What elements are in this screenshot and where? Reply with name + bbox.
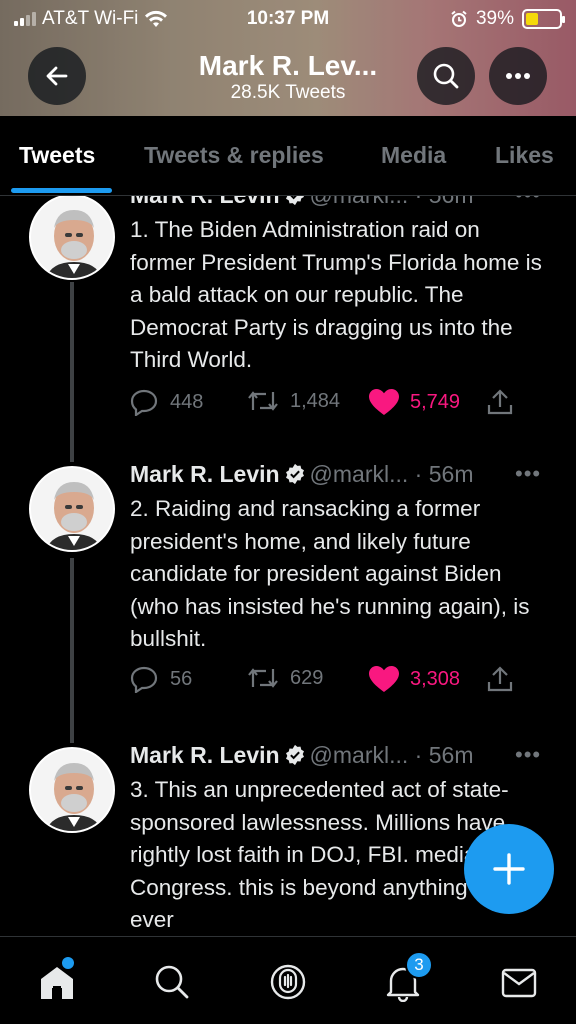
share-button[interactable]: [486, 388, 514, 416]
verified-badge-icon: [285, 463, 304, 485]
tweet-meta: Mark R. Levin@markl... · 56m: [130, 461, 474, 487]
profile-header: AT&T Wi-Fi 10:37 PM 39% Mark R. Lev... 2…: [0, 0, 576, 116]
reply-count: 56: [170, 667, 193, 690]
active-tab-indicator: [11, 188, 112, 193]
tweet-meta: Mark R. Levin@markl... · 56m: [130, 196, 474, 209]
thread-line: [70, 558, 74, 743]
home-notification-dot: [62, 957, 74, 969]
author-handle: @markl...: [309, 461, 409, 487]
like-button[interactable]: 3,308: [368, 665, 460, 693]
tweet-more-icon[interactable]: •••: [515, 461, 541, 487]
like-count: 5,749: [410, 390, 461, 413]
tweet-actions: 448 1,484 5,749: [130, 388, 530, 420]
reply-button[interactable]: 56: [130, 665, 192, 693]
tweet-time: 56m: [429, 196, 474, 208]
reply-count: 448: [170, 390, 204, 413]
author-handle: @markl...: [309, 742, 409, 768]
profile-tabs: Tweets Tweets & replies Media Likes: [0, 116, 576, 196]
tweet-feed[interactable]: Mark R. Levin@markl... · 56m ••• 1. The …: [0, 196, 576, 936]
retweet-button[interactable]: 629: [246, 665, 323, 691]
tab-tweets[interactable]: Tweets: [19, 142, 95, 169]
retweet-icon: [248, 668, 278, 688]
author-name[interactable]: Mark R. Levin: [130, 196, 280, 208]
retweet-count: 1,484: [290, 389, 341, 412]
more-horizontal-icon: [506, 73, 530, 79]
reply-icon: [130, 666, 158, 693]
tweet-text: 2. Raiding and ransacking a former presi…: [130, 496, 530, 651]
status-bar: AT&T Wi-Fi 10:37 PM 39%: [0, 6, 576, 32]
retweet-button[interactable]: 1,484: [246, 388, 340, 414]
search-icon: [155, 965, 189, 999]
like-count: 3,308: [410, 667, 461, 690]
reply-icon: [130, 389, 158, 416]
tweet-actions: 56 629 3,308: [130, 665, 530, 697]
tab-tweets-replies[interactable]: Tweets & replies: [144, 142, 324, 169]
tweet-more-icon[interactable]: •••: [515, 196, 541, 208]
tweet-item[interactable]: Mark R. Levin@markl... · 56m ••• 1. The …: [0, 196, 576, 466]
notifications-badge: 3: [405, 951, 433, 979]
retweet-count: 629: [290, 666, 324, 689]
profile-photo: [31, 468, 113, 550]
tweet-meta: Mark R. Levin@markl... · 56m: [130, 742, 474, 768]
search-button[interactable]: [417, 47, 475, 105]
nav-home[interactable]: [34, 957, 80, 1005]
tweet-text: 1. The Biden Administration raid on form…: [130, 217, 542, 372]
avatar[interactable]: [29, 466, 115, 552]
thread-line: [70, 282, 74, 462]
avatar[interactable]: [29, 196, 115, 280]
tweet-item[interactable]: Mark R. Levin @markl... · 56m ••• 2. Raid…: [0, 461, 576, 747]
bottom-nav: 3: [0, 936, 576, 1024]
reply-button[interactable]: 448: [130, 388, 203, 416]
tweet-time: 56m: [428, 742, 474, 768]
author-handle: @markl...: [310, 196, 409, 208]
author-name[interactable]: Mark R. Levin: [130, 461, 280, 487]
share-icon: [487, 666, 513, 692]
nav-messages[interactable]: [496, 959, 542, 1005]
nav-notifications[interactable]: 3: [380, 951, 433, 1005]
nav-search[interactable]: [149, 959, 195, 1005]
author-name[interactable]: Mark R. Levin: [130, 742, 280, 768]
alarm-icon: [451, 10, 467, 27]
like-button[interactable]: 5,749: [368, 388, 460, 416]
spaces-icon: [270, 964, 306, 1000]
battery-icon: [522, 9, 565, 29]
nav-spaces[interactable]: [265, 959, 311, 1005]
verified-badge-icon: [285, 744, 304, 766]
tab-likes[interactable]: Likes: [495, 142, 554, 169]
avatar[interactable]: [29, 747, 115, 833]
more-button[interactable]: [489, 47, 547, 105]
verified-badge-icon: [285, 196, 304, 206]
plus-icon: [493, 853, 525, 885]
profile-photo: [31, 749, 113, 831]
share-button[interactable]: [486, 665, 514, 693]
battery-percent: 39%: [475, 8, 514, 29]
right-status: 39%: [450, 8, 565, 30]
share-icon: [487, 389, 513, 415]
compose-tweet-button[interactable]: [464, 824, 554, 914]
heart-filled-icon: [369, 389, 399, 415]
tab-media[interactable]: Media: [381, 142, 446, 169]
mail-icon: [501, 968, 537, 998]
search-icon: [433, 63, 459, 89]
heart-filled-icon: [369, 666, 399, 692]
tweet-time: 56m: [428, 461, 474, 487]
tweet-more-icon[interactable]: •••: [515, 742, 541, 768]
retweet-icon: [248, 391, 278, 411]
profile-photo: [31, 196, 113, 278]
